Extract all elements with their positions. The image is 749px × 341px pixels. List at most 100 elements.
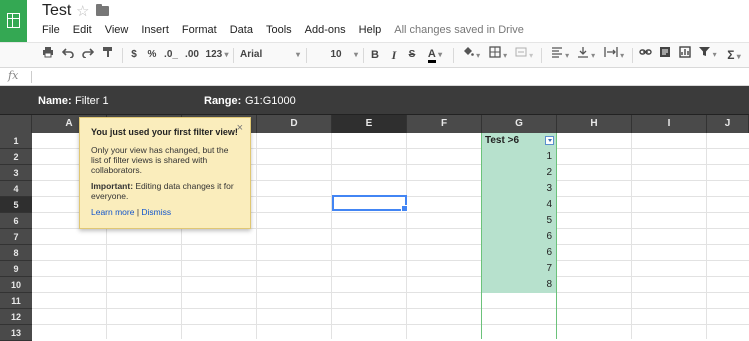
row-header-12[interactable]: 12 xyxy=(0,309,32,325)
row-header-1[interactable]: 1 xyxy=(0,133,32,149)
chevron-down-icon: ▾ xyxy=(435,50,443,59)
filter-range-input[interactable]: G1:G1000 xyxy=(245,95,296,107)
link-icon xyxy=(638,49,652,55)
menu-insert[interactable]: Insert xyxy=(141,24,169,40)
row-header-4[interactable]: 4 xyxy=(0,181,32,197)
menu-edit[interactable]: Edit xyxy=(73,24,92,40)
row-header-10[interactable]: 10 xyxy=(0,277,32,293)
star-icon[interactable]: ☆ xyxy=(76,2,89,20)
filter-button[interactable]: ▾ xyxy=(697,46,719,64)
column-header-d[interactable]: D xyxy=(257,115,332,133)
filter-range-label: Range: xyxy=(204,95,242,107)
grid-line xyxy=(32,308,749,309)
filter-name-input[interactable]: Filter 1 xyxy=(75,95,109,107)
table-cell[interactable]: 2 xyxy=(482,165,556,181)
select-all-corner[interactable] xyxy=(0,115,32,133)
filter-dropdown-icon[interactable] xyxy=(545,136,554,145)
row-header-8[interactable]: 8 xyxy=(0,245,32,261)
decrease-decimal-button[interactable]: .0_ xyxy=(163,46,179,64)
bold-button[interactable]: B xyxy=(369,46,381,64)
filter-range-border xyxy=(481,133,482,339)
menu-help[interactable]: Help xyxy=(359,24,382,40)
italic-button[interactable]: I xyxy=(388,46,400,64)
document-title[interactable]: Test xyxy=(42,2,71,20)
comment-icon xyxy=(660,47,670,57)
menu-file[interactable]: File xyxy=(42,24,60,40)
row-header-2[interactable]: 2 xyxy=(0,149,32,165)
insert-chart-button[interactable] xyxy=(677,46,693,64)
sheets-logo-icon[interactable] xyxy=(0,0,27,42)
close-icon[interactable]: × xyxy=(237,122,243,134)
folder-icon[interactable] xyxy=(96,4,109,16)
grid-line xyxy=(32,260,749,261)
selected-cell[interactable] xyxy=(332,195,408,212)
increase-decimal-button[interactable]: .00 xyxy=(183,46,201,64)
tooltip-title: You just used your first filter view! xyxy=(91,127,238,137)
formula-divider xyxy=(31,71,32,83)
tooltip-important-label: Important: xyxy=(91,181,134,191)
row-header-5[interactable]: 5 xyxy=(0,197,32,213)
font-size-value: 10 xyxy=(330,49,342,60)
column-header-f[interactable]: F xyxy=(407,115,482,133)
borders-icon xyxy=(489,46,501,58)
column-header-j[interactable]: J xyxy=(707,115,749,133)
toolbar-divider xyxy=(541,48,542,63)
menu-view[interactable]: View xyxy=(105,24,129,40)
row-header-11[interactable]: 11 xyxy=(0,293,32,309)
row-header-9[interactable]: 9 xyxy=(0,261,32,277)
column-header-h[interactable]: H xyxy=(557,115,632,133)
vertical-align-button[interactable]: ▾ xyxy=(574,46,598,64)
horizontal-align-button[interactable]: ▾ xyxy=(548,46,572,64)
chart-icon xyxy=(679,46,691,58)
borders-button[interactable]: ▾ xyxy=(486,46,510,64)
filter-range-border xyxy=(556,133,557,339)
column-header-e[interactable]: E xyxy=(332,115,407,133)
strikethrough-button[interactable]: S xyxy=(406,46,418,64)
table-cell[interactable]: 5 xyxy=(482,213,556,229)
toolbar-divider xyxy=(453,48,454,63)
menu-data[interactable]: Data xyxy=(230,24,253,40)
font-size-select[interactable]: 10 ▾ xyxy=(314,46,358,64)
font-family-select[interactable]: Arial ▾ xyxy=(240,46,300,64)
formula-input[interactable] xyxy=(36,70,736,84)
table-cell[interactable]: 7 xyxy=(482,261,556,277)
insert-link-button[interactable] xyxy=(637,46,653,64)
text-wrap-button[interactable]: ▾ xyxy=(600,46,628,64)
table-cell[interactable]: 3 xyxy=(482,181,556,197)
chevron-down-icon: ▾ xyxy=(734,52,741,61)
more-formats-button[interactable]: 123 ▾ xyxy=(204,46,230,64)
merge-cells-button[interactable]: ▾ xyxy=(512,46,536,64)
menu-format[interactable]: Format xyxy=(182,24,217,40)
redo-icon[interactable] xyxy=(80,46,96,64)
learn-more-link[interactable]: Learn more xyxy=(91,207,134,217)
currency-button[interactable]: $ xyxy=(128,46,140,64)
dismiss-link[interactable]: Dismiss xyxy=(141,207,171,217)
table-cell[interactable]: 4 xyxy=(482,197,556,213)
align-bottom-icon xyxy=(577,47,588,58)
print-icon[interactable] xyxy=(40,46,56,64)
row-header-7[interactable]: 7 xyxy=(0,229,32,245)
percent-button[interactable]: % xyxy=(145,46,159,64)
save-status[interactable]: All changes saved in Drive xyxy=(394,24,524,40)
table-cell[interactable]: 1 xyxy=(482,149,556,165)
fill-color-button[interactable]: ▾ xyxy=(459,46,483,64)
paint-format-icon[interactable] xyxy=(100,46,116,64)
toolbar-divider xyxy=(306,48,307,63)
insert-comment-button[interactable] xyxy=(657,46,673,64)
grid-line xyxy=(32,324,749,325)
undo-icon[interactable] xyxy=(60,46,76,64)
menu-tools[interactable]: Tools xyxy=(266,24,292,40)
merge-icon xyxy=(515,47,527,57)
table-cell[interactable]: 8 xyxy=(482,277,556,293)
toolbar: $ % .0_ .00 123 ▾ Arial ▾ 10 ▾ B I S A ▾… xyxy=(0,42,749,68)
row-header-6[interactable]: 6 xyxy=(0,213,32,229)
table-cell[interactable]: 6 xyxy=(482,245,556,261)
column-header-g[interactable]: G xyxy=(482,115,557,133)
row-header-3[interactable]: 3 xyxy=(0,165,32,181)
column-header-i[interactable]: I xyxy=(632,115,707,133)
menu-addons[interactable]: Add-ons xyxy=(305,24,346,40)
text-color-button[interactable]: A ▾ xyxy=(424,46,446,64)
functions-button[interactable]: Σ ▾ xyxy=(722,46,746,64)
fx-icon: fx xyxy=(8,69,19,82)
table-cell[interactable]: 6 xyxy=(482,229,556,245)
